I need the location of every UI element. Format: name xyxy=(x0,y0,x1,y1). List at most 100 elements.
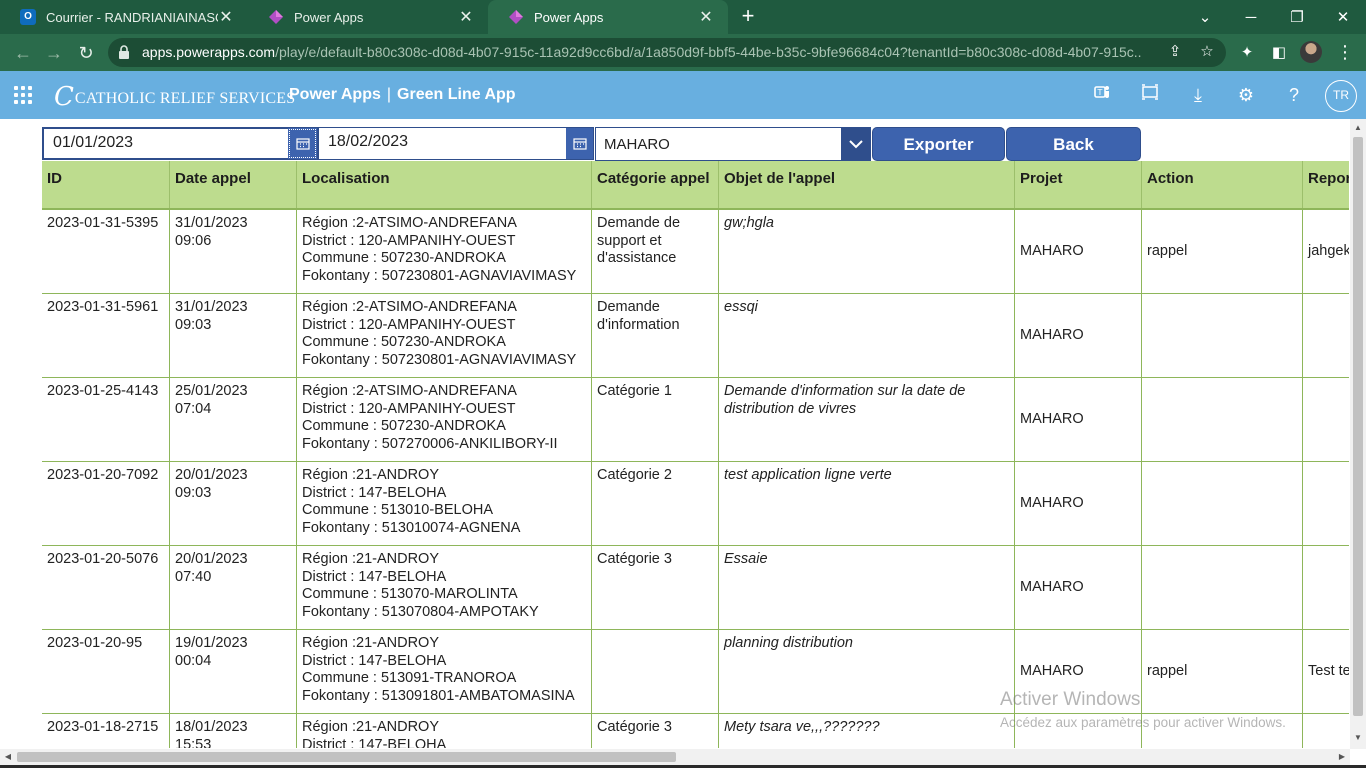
url-text: apps.powerapps.com/play/e/default-b80c30… xyxy=(142,44,1142,60)
vertical-scroll-thumb[interactable] xyxy=(1353,137,1363,716)
cell-localisation-line: Fokontany : 513091801-AMBATOMASINA xyxy=(302,687,575,704)
close-tab-icon[interactable]: ✕ xyxy=(218,7,234,27)
cell-localisation-line: Commune : 507230-ANDROKA xyxy=(302,418,506,434)
cell-objet: gw;hgla xyxy=(719,210,1015,294)
title-separator: | xyxy=(386,86,392,103)
cell-localisation-line: Fokontany : 507230801-AGNAVIAVIMASY xyxy=(302,267,577,284)
cell-projet: MAHARO xyxy=(1015,630,1142,714)
cell-id: 2023-01-25-4143 xyxy=(42,378,170,462)
table-row[interactable]: 2023-01-20-95 19/01/2023 00:04 Région :21-A… xyxy=(42,630,1349,714)
export-button[interactable]: Exporter xyxy=(872,127,1005,161)
scroll-left-icon[interactable]: ◀ xyxy=(0,749,16,765)
column-header-action: Action xyxy=(1142,161,1303,208)
cell-date: 31/01/2023 09:03 xyxy=(170,294,297,378)
close-tab-icon[interactable]: ✕ xyxy=(458,7,474,27)
cell-localisation-line: Région :21-ANDROY xyxy=(302,719,439,735)
column-header-localisation: Localisation xyxy=(297,161,592,208)
browser-menu-icon[interactable]: ⋮ xyxy=(1336,40,1354,66)
fit-screen-icon[interactable] xyxy=(1138,83,1162,107)
cell-id: 2023-01-31-5395 xyxy=(42,210,170,294)
cell-localisation: Région :21-ANDROY District : 147-BELOHA Co… xyxy=(297,630,592,714)
cell-objet: Mety tsara ve,,,??????? xyxy=(719,714,1015,748)
calendar-icon[interactable] xyxy=(288,128,317,159)
cell-report xyxy=(1303,462,1349,546)
cell-report xyxy=(1303,714,1349,748)
minimize-icon[interactable]: ─ xyxy=(1228,0,1274,34)
restore-icon[interactable]: ❐ xyxy=(1274,0,1320,34)
cell-date-day: 19/01/2023 xyxy=(175,635,248,651)
scroll-up-icon[interactable]: ▲ xyxy=(1350,121,1366,135)
close-window-icon[interactable]: ✕ xyxy=(1320,0,1366,34)
cell-localisation-line: District : 120-AMPANIHY-OUEST xyxy=(302,316,516,333)
horizontal-scrollbar[interactable]: ◀ ▶ xyxy=(0,749,1350,765)
browser-tab-outlook[interactable]: O Courrier - RANDRIANIAINASOA, ✕ xyxy=(0,0,248,34)
close-tab-icon[interactable]: ✕ xyxy=(698,7,714,27)
cell-localisation-line: District : 120-AMPANIHY-OUEST xyxy=(302,400,516,417)
cell-objet: Demande d'information sur la date de dis… xyxy=(719,378,1015,462)
reload-icon[interactable]: ↻ xyxy=(73,40,99,66)
cell-date-time: 09:03 xyxy=(175,316,212,333)
project-dropdown[interactable]: MAHARO xyxy=(595,127,871,161)
extensions-puzzle-icon[interactable]: ✦ xyxy=(1236,42,1258,64)
start-date-picker[interactable]: 01/01/2023 xyxy=(42,127,318,160)
share-icon[interactable]: ⇪ xyxy=(1164,41,1186,63)
gear-icon[interactable]: ⚙ xyxy=(1234,83,1258,107)
brand-name: Power Apps xyxy=(289,86,381,103)
new-tab-icon[interactable]: + xyxy=(738,5,758,29)
cell-date-day: 31/01/2023 xyxy=(175,299,248,315)
cell-projet: MAHARO xyxy=(1015,294,1142,378)
calendar-icon[interactable] xyxy=(566,128,593,159)
calls-table: ID Date appel Localisation Catégorie app… xyxy=(42,161,1349,748)
tab-title: Power Apps xyxy=(534,9,604,25)
browser-tab-powerapps-1[interactable]: Power Apps ✕ xyxy=(248,0,488,34)
vertical-scrollbar[interactable]: ▲ ▼ xyxy=(1350,119,1366,749)
table-header: ID Date appel Localisation Catégorie app… xyxy=(42,161,1349,210)
cell-date-time: 09:03 xyxy=(175,484,212,501)
download-icon[interactable]: ⤓ xyxy=(1186,83,1210,107)
table-row[interactable]: 2023-01-31-5961 31/01/2023 09:03 Région :2-… xyxy=(42,294,1349,378)
cell-action: rappel xyxy=(1142,210,1303,294)
back-button[interactable]: Back xyxy=(1006,127,1141,161)
end-date-picker[interactable]: 18/02/2023 xyxy=(318,127,594,160)
back-arrow-icon[interactable]: ← xyxy=(10,40,36,66)
profile-avatar[interactable] xyxy=(1300,41,1322,63)
cell-report xyxy=(1303,294,1349,378)
scroll-right-icon[interactable]: ▶ xyxy=(1334,749,1350,765)
cell-report xyxy=(1303,546,1349,630)
table-row[interactable]: 2023-01-25-4143 25/01/2023 07:04 Région :2-… xyxy=(42,378,1349,462)
cell-id: 2023-01-20-5076 xyxy=(42,546,170,630)
cell-action xyxy=(1142,546,1303,630)
table-row[interactable]: 2023-01-20-7092 20/01/2023 09:03 Région :21… xyxy=(42,462,1349,546)
app-title: Power Apps | Green Line App xyxy=(289,86,516,104)
horizontal-scroll-thumb[interactable] xyxy=(17,752,676,762)
cell-report xyxy=(1303,378,1349,462)
table-row[interactable]: 2023-01-20-5076 20/01/2023 07:40 Région :21… xyxy=(42,546,1349,630)
forward-arrow-icon[interactable]: → xyxy=(41,40,67,66)
cell-localisation: Région :21-ANDROY District : 147-BELOHA Co… xyxy=(297,462,592,546)
table-row[interactable]: 2023-01-31-5395 31/01/2023 09:06 Région :2-… xyxy=(42,210,1349,294)
address-bar[interactable]: apps.powerapps.com/play/e/default-b80c30… xyxy=(108,38,1226,67)
cell-localisation-line: Commune : 513010-BELOHA xyxy=(302,502,494,518)
cell-categorie: Catégorie 3 xyxy=(592,714,719,748)
cell-localisation-line: District : 147-BELOHA xyxy=(302,736,447,749)
help-icon[interactable]: ? xyxy=(1282,83,1306,107)
cell-localisation-line: Commune : 513070-MAROLINTA xyxy=(302,586,518,602)
scroll-down-icon[interactable]: ▼ xyxy=(1350,731,1366,745)
tab-search-icon[interactable]: ⌄ xyxy=(1182,0,1228,34)
teams-icon[interactable]: T xyxy=(1090,83,1114,107)
table-row[interactable]: 2023-01-18-2715 18/01/2023 15:53 Région :21… xyxy=(42,714,1349,748)
cell-date-time: 00:04 xyxy=(175,652,212,669)
cell-date: 20/01/2023 07:40 xyxy=(170,546,297,630)
user-avatar[interactable]: TR xyxy=(1325,80,1357,112)
browser-tab-powerapps-2[interactable]: Power Apps ✕ xyxy=(488,0,728,34)
bookmark-star-icon[interactable]: ☆ xyxy=(1196,41,1218,63)
cell-localisation-line: Région :2-ATSIMO-ANDREFANA xyxy=(302,299,517,315)
cell-date-time: 09:06 xyxy=(175,232,212,249)
chevron-down-icon[interactable] xyxy=(841,128,870,160)
cell-action: rappel xyxy=(1142,630,1303,714)
project-dropdown-value: MAHARO xyxy=(604,136,670,153)
side-panel-icon[interactable]: ◧ xyxy=(1268,42,1290,64)
cell-localisation-line: Fokontany : 507270006-ANKILIBORY-II xyxy=(302,435,558,452)
browser-tab-strip: O Courrier - RANDRIANIAINASOA, ✕ Power A… xyxy=(0,0,1366,34)
app-launcher-icon[interactable] xyxy=(14,86,32,104)
